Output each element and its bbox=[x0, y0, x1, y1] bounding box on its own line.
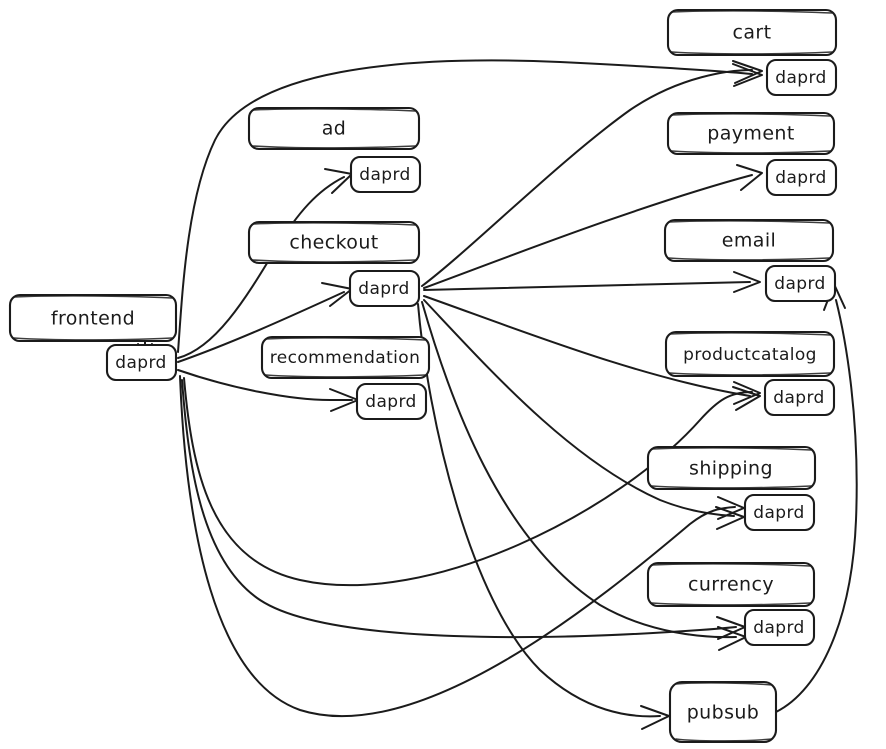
node-label-recommendation-daprd: daprd bbox=[365, 392, 416, 412]
node-label-payment-daprd: daprd bbox=[775, 168, 826, 188]
node-label-email-daprd: daprd bbox=[774, 274, 825, 294]
node-frontend-daprd[interactable]: daprd bbox=[105, 343, 178, 382]
edge-frontend-daprd-to-cart-daprd bbox=[177, 59, 763, 353]
edge-frontend-daprd-to-shipping-daprd bbox=[179, 375, 745, 717]
node-email[interactable]: email bbox=[663, 218, 835, 263]
node-payment[interactable]: payment bbox=[666, 111, 836, 156]
diagram-canvas: frontend daprd ad daprd checkout daprd r… bbox=[8, 8, 858, 744]
node-frontend[interactable]: frontend bbox=[8, 293, 178, 343]
node-label-productcatalog-daprd: daprd bbox=[773, 388, 824, 408]
node-recommendation-daprd[interactable]: daprd bbox=[355, 382, 428, 421]
node-email-daprd[interactable]: daprd bbox=[764, 264, 837, 303]
node-cart[interactable]: cart bbox=[666, 8, 838, 57]
node-currency-daprd[interactable]: daprd bbox=[743, 608, 816, 647]
node-label-shipping: shipping bbox=[689, 458, 773, 480]
node-label-ad: ad bbox=[322, 118, 347, 140]
node-productcatalog[interactable]: productcatalog bbox=[664, 330, 836, 378]
edge-checkout-daprd-to-email-daprd bbox=[423, 271, 761, 293]
node-label-cart-daprd: daprd bbox=[775, 68, 826, 88]
node-payment-daprd[interactable]: daprd bbox=[765, 158, 838, 197]
node-label-recommendation: recommendation bbox=[270, 348, 421, 368]
node-label-cart: cart bbox=[733, 22, 772, 44]
node-label-shipping-daprd: daprd bbox=[753, 503, 804, 523]
node-cart-daprd[interactable]: daprd bbox=[765, 58, 838, 97]
node-currency[interactable]: currency bbox=[646, 561, 816, 608]
node-label-payment: payment bbox=[707, 123, 794, 145]
node-recommendation[interactable]: recommendation bbox=[260, 335, 431, 380]
node-ad[interactable]: ad bbox=[247, 106, 421, 151]
node-label-ad-daprd: daprd bbox=[359, 165, 410, 185]
node-ad-daprd[interactable]: daprd bbox=[349, 155, 422, 194]
nodes-layer: frontend daprd ad daprd checkout daprd r… bbox=[8, 8, 838, 744]
node-checkout-daprd[interactable]: daprd bbox=[348, 269, 421, 308]
node-label-frontend: frontend bbox=[51, 308, 135, 330]
node-label-pubsub: pubsub bbox=[687, 702, 760, 724]
node-shipping-daprd[interactable]: daprd bbox=[743, 493, 816, 532]
node-label-frontend-daprd: daprd bbox=[115, 353, 166, 373]
node-label-checkout: checkout bbox=[289, 232, 378, 254]
node-label-email: email bbox=[722, 230, 776, 252]
node-pubsub[interactable]: pubsub bbox=[668, 680, 778, 744]
node-shipping[interactable]: shipping bbox=[646, 445, 817, 491]
node-label-currency: currency bbox=[688, 574, 774, 596]
node-label-productcatalog: productcatalog bbox=[683, 345, 817, 365]
node-label-checkout-daprd: daprd bbox=[358, 279, 409, 299]
service-dependency-diagram: frontend daprd ad daprd checkout daprd r… bbox=[0, 0, 886, 749]
node-productcatalog-daprd[interactable]: daprd bbox=[763, 378, 836, 417]
node-label-currency-daprd: daprd bbox=[753, 618, 804, 638]
node-checkout[interactable]: checkout bbox=[247, 220, 421, 265]
